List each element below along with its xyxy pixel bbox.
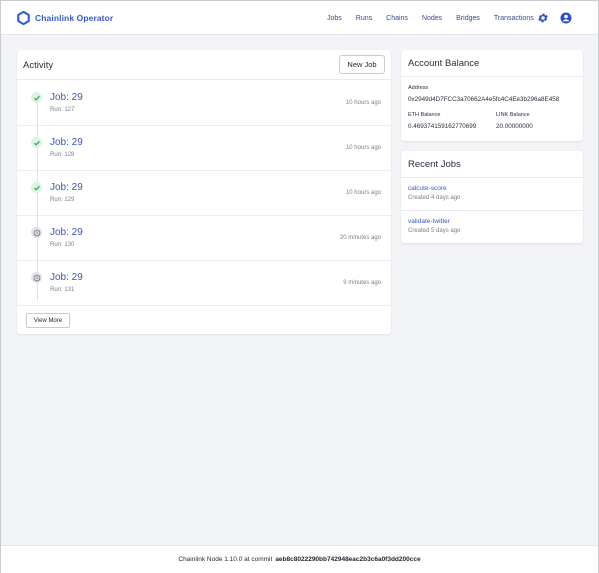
app-root: Chainlink Operator Jobs Runs Chains Node… <box>0 0 599 573</box>
run-job-link[interactable]: Job: 29 <box>50 137 83 148</box>
status-completed-icon <box>31 137 42 148</box>
top-nav-bar: Chainlink Operator Jobs Runs Chains Node… <box>1 1 598 35</box>
link-balance-value: 20.00000000 <box>496 123 533 130</box>
status-completed-icon <box>31 92 42 103</box>
nav-bridges[interactable]: Bridges <box>456 15 480 22</box>
run-id: Run: 129 <box>50 197 75 203</box>
nav-runs[interactable]: Runs <box>356 15 372 22</box>
recent-job-item[interactable]: calcute-score Created 4 days ago <box>401 178 583 210</box>
footer-commit-hash: aeb8c8022290bb742948eac2b3c6a0f3dd200cce <box>275 556 421 563</box>
run-job-link[interactable]: Job: 29 <box>50 182 83 193</box>
run-id: Run: 127 <box>50 107 75 113</box>
brand-name: Chainlink Operator <box>35 12 114 23</box>
new-job-button[interactable]: New Job <box>339 55 385 74</box>
eth-balance-value: 0.469374159162770699 <box>408 123 477 130</box>
recent-job-created: Created 4 days ago <box>408 195 461 201</box>
status-pending-clock-icon <box>31 227 42 238</box>
activity-header: Activity New Job <box>17 50 391 80</box>
account-icon[interactable] <box>560 12 572 24</box>
nav-chains[interactable]: Chains <box>386 15 408 22</box>
nav-transactions[interactable]: Transactions <box>494 15 534 22</box>
activity-row[interactable]: Job: 29 Run: 127 10 hours ago <box>17 81 391 126</box>
address-label: Address <box>408 85 429 91</box>
run-time: 9 minutes ago <box>343 280 381 286</box>
status-completed-icon <box>31 182 42 193</box>
nav-jobs[interactable]: Jobs <box>327 15 342 22</box>
settings-icon[interactable] <box>537 12 549 24</box>
activity-title: Activity <box>23 60 54 71</box>
run-id: Run: 128 <box>50 152 75 158</box>
address-value: 0x2949d4D7FCC3a70662A4e5fc4C4Ee3b296a8E4… <box>408 96 560 103</box>
run-time: 20 minutes ago <box>339 235 381 241</box>
view-more-button[interactable]: View More <box>26 313 70 328</box>
recent-jobs-title: Recent Jobs <box>408 159 461 170</box>
account-balance-card: Account Balance Address 0x2949d4D7FCC3a7… <box>401 50 583 141</box>
run-job-link[interactable]: Job: 29 <box>50 227 83 238</box>
activity-row[interactable]: Job: 29 Run: 130 20 minutes ago <box>17 216 391 261</box>
footer-version-text: Chainlink Node 1.10.0 at commit <box>178 556 273 563</box>
footer: Chainlink Node 1.10.0 at commit aeb8c802… <box>1 545 598 573</box>
run-time: 10 hours ago <box>345 190 381 196</box>
link-balance-label: LINK Balance <box>496 112 530 118</box>
divider <box>401 76 583 77</box>
recent-jobs-card: Recent Jobs calcute-score Created 4 days… <box>401 151 583 243</box>
brand[interactable]: Chainlink Operator <box>17 10 114 25</box>
eth-balance-label: ETH Balance <box>408 112 441 118</box>
activity-row[interactable]: Job: 29 Run: 128 10 hours ago <box>17 126 391 171</box>
activity-row[interactable]: Job: 29 Run: 129 10 hours ago <box>17 171 391 216</box>
activity-row[interactable]: Job: 29 Run: 131 9 minutes ago <box>17 261 391 306</box>
account-balance-title: Account Balance <box>408 58 480 69</box>
run-time: 10 hours ago <box>345 100 381 106</box>
recent-job-link[interactable]: validate-twitter <box>408 218 450 225</box>
recent-job-link[interactable]: calcute-score <box>408 185 447 192</box>
main-nav: Jobs Runs Chains Nodes Bridges Transacti… <box>327 1 534 35</box>
chainlink-logo-icon <box>17 10 30 25</box>
status-pending-clock-icon <box>31 272 42 283</box>
run-job-link[interactable]: Job: 29 <box>50 92 83 103</box>
run-id: Run: 130 <box>50 242 75 248</box>
run-time: 10 hours ago <box>345 145 381 151</box>
recent-job-item[interactable]: validate-twitter Created 5 days ago <box>401 211 583 243</box>
nav-nodes[interactable]: Nodes <box>422 15 442 22</box>
run-id: Run: 131 <box>50 287 75 293</box>
run-job-link[interactable]: Job: 29 <box>50 272 83 283</box>
recent-job-created: Created 5 days ago <box>408 228 461 234</box>
activity-card: Activity New Job Job: 29 Run: 127 10 hou… <box>17 50 391 334</box>
